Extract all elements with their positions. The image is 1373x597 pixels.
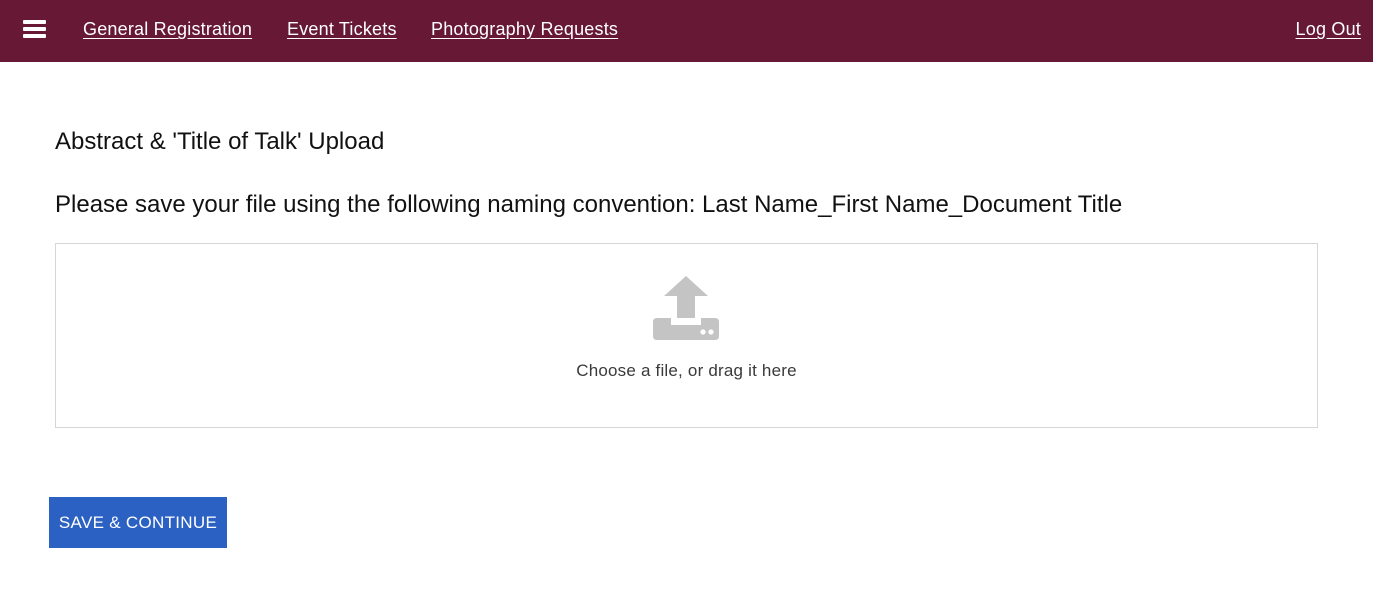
logout-link[interactable]: Log Out <box>1296 19 1361 40</box>
file-dropzone[interactable]: Choose a file, or drag it here <box>55 243 1318 428</box>
naming-instruction: Please save your file using the followin… <box>55 191 1123 218</box>
dropzone-label: Choose a file, or drag it here <box>576 361 797 380</box>
top-navigation-bar: General Registration Event Tickets Photo… <box>0 0 1373 62</box>
hamburger-menu-icon[interactable] <box>23 20 46 41</box>
section-title: Abstract & 'Title of Talk' Upload <box>55 128 385 155</box>
nav-link-event-tickets[interactable]: Event Tickets <box>287 19 397 40</box>
upload-icon <box>653 276 719 340</box>
save-continue-button[interactable]: SAVE & CONTINUE <box>49 497 227 548</box>
nav-link-photography-requests[interactable]: Photography Requests <box>431 19 618 40</box>
nav-link-general-registration[interactable]: General Registration <box>83 19 252 40</box>
